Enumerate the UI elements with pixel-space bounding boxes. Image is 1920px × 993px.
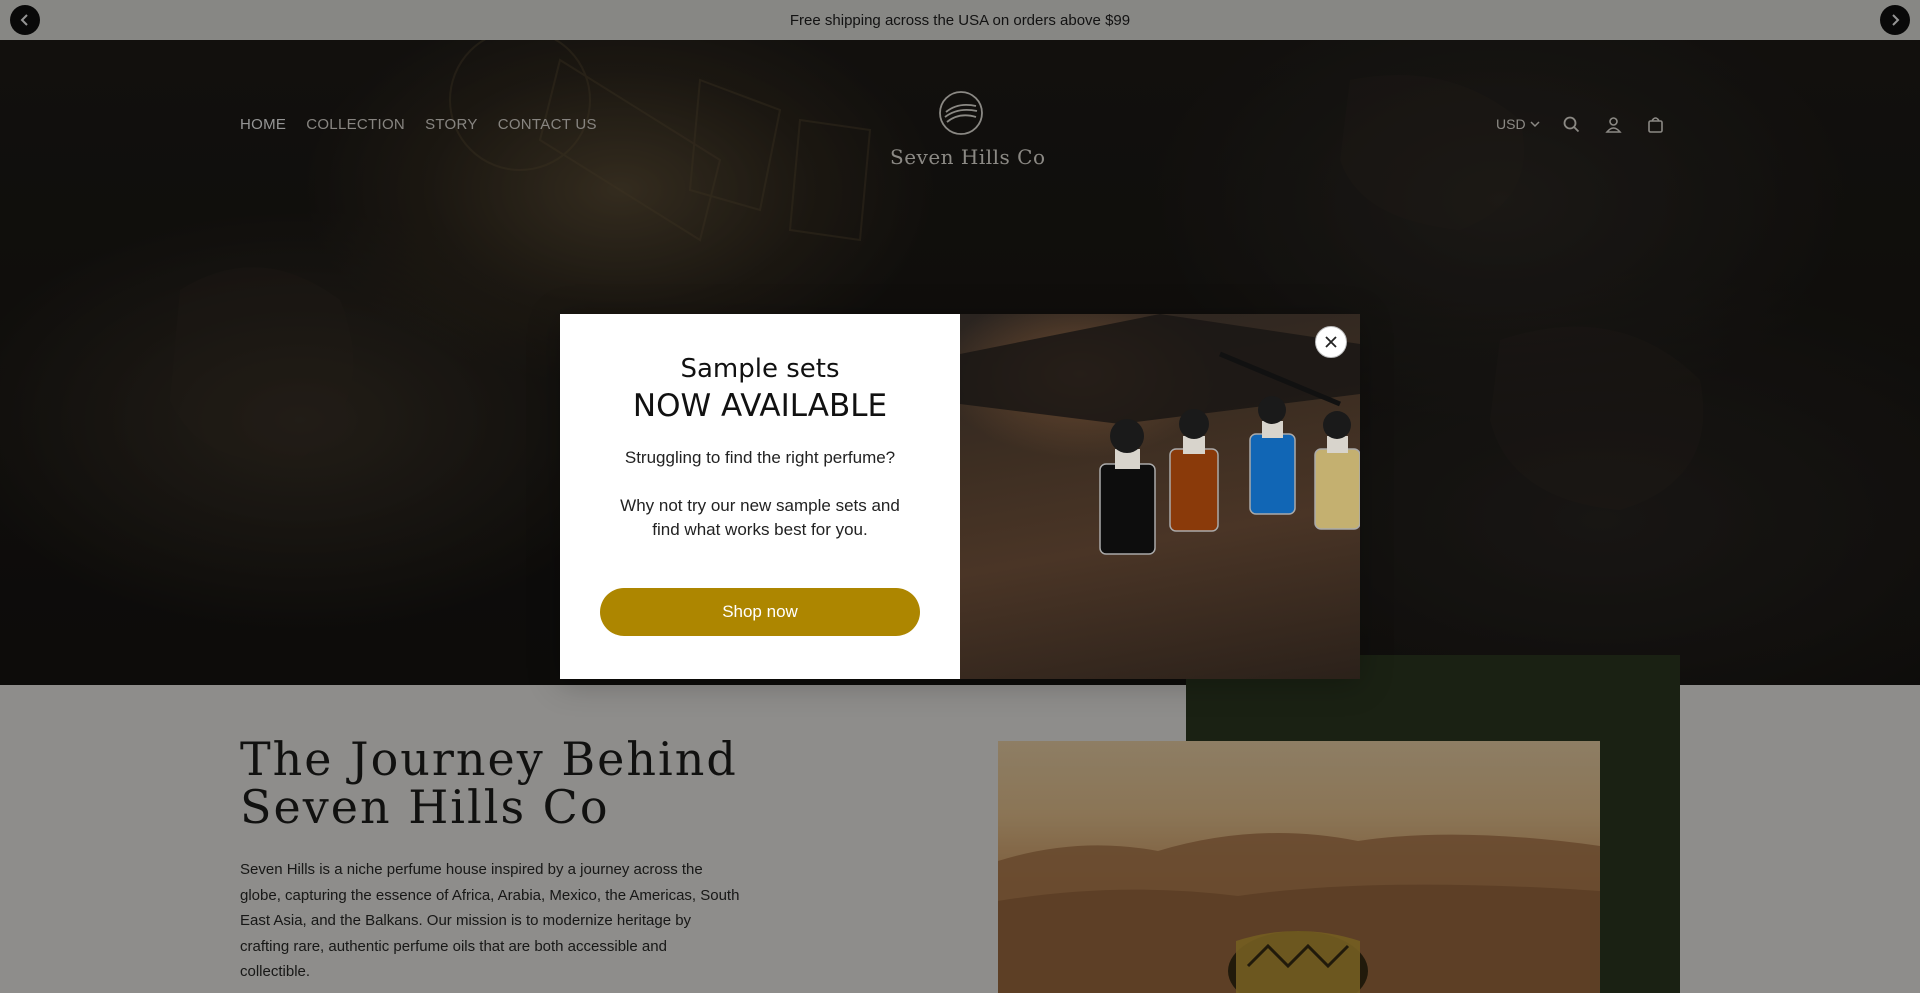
shop-now-button[interactable]: Shop now (600, 588, 920, 636)
close-icon (1325, 336, 1337, 348)
page: Free shipping across the USA on orders a… (0, 0, 1920, 993)
sample-sets-popup: Sample sets NOW AVAILABLE Struggling to … (560, 314, 1360, 679)
popup-perfume-image (960, 314, 1360, 679)
popup-text-offer: Why not try our new sample sets and find… (620, 496, 900, 539)
perfume-bottles-graphic (960, 314, 1360, 555)
popup-content: Sample sets NOW AVAILABLE Struggling to … (560, 314, 960, 679)
popup-close-button[interactable] (1315, 326, 1347, 358)
popup-text-question: Struggling to find the right perfume? (624, 448, 896, 467)
popup-title-line2: NOW AVAILABLE (632, 388, 888, 424)
popup-title-line1: Sample sets (680, 354, 840, 384)
